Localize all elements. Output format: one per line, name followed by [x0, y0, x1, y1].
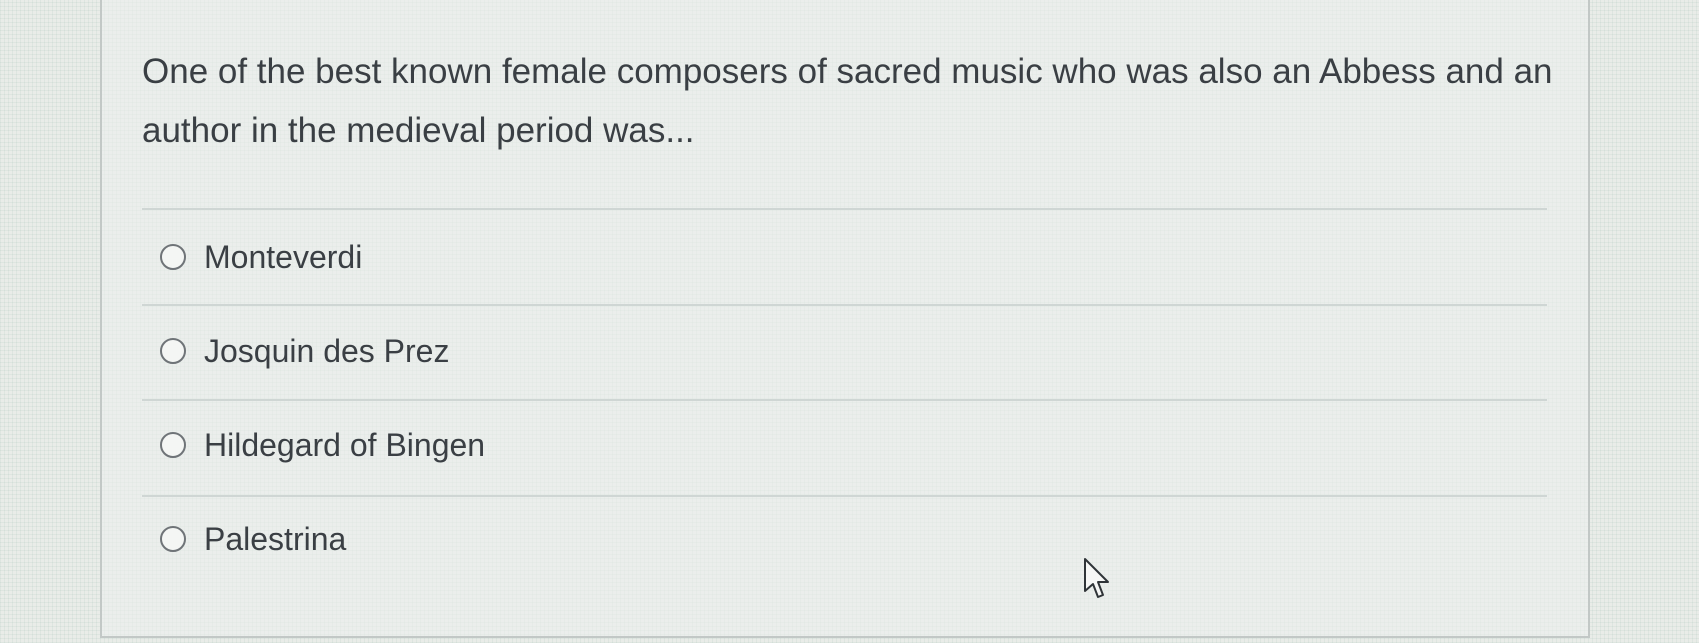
question-text: One of the best known female composers o…	[142, 52, 1553, 150]
quiz-question-card: One of the best known female composers o…	[100, 0, 1590, 638]
radio-button-icon[interactable]	[160, 338, 186, 364]
option-divider	[142, 304, 1547, 306]
answer-option-josquin-des-prez[interactable]: Josquin des Prez	[160, 326, 449, 376]
option-divider	[142, 399, 1547, 401]
option-divider	[142, 495, 1547, 497]
answer-option-label: Monteverdi	[204, 238, 363, 275]
question-divider	[142, 208, 1547, 210]
radio-button-icon[interactable]	[160, 526, 186, 552]
answer-option-label: Palestrina	[204, 520, 347, 557]
mouse-pointer-icon	[1084, 558, 1109, 598]
answer-option-label: Hildegard of Bingen	[204, 426, 486, 463]
radio-button-icon[interactable]	[160, 432, 186, 458]
radio-button-icon[interactable]	[160, 244, 186, 270]
answer-option-palestrina[interactable]: Palestrina	[160, 514, 346, 564]
answer-option-label: Josquin des Prez	[204, 332, 450, 369]
answer-option-monteverdi[interactable]: Monteverdi	[160, 232, 362, 282]
answer-option-hildegard-of-bingen[interactable]: Hildegard of Bingen	[160, 420, 485, 470]
